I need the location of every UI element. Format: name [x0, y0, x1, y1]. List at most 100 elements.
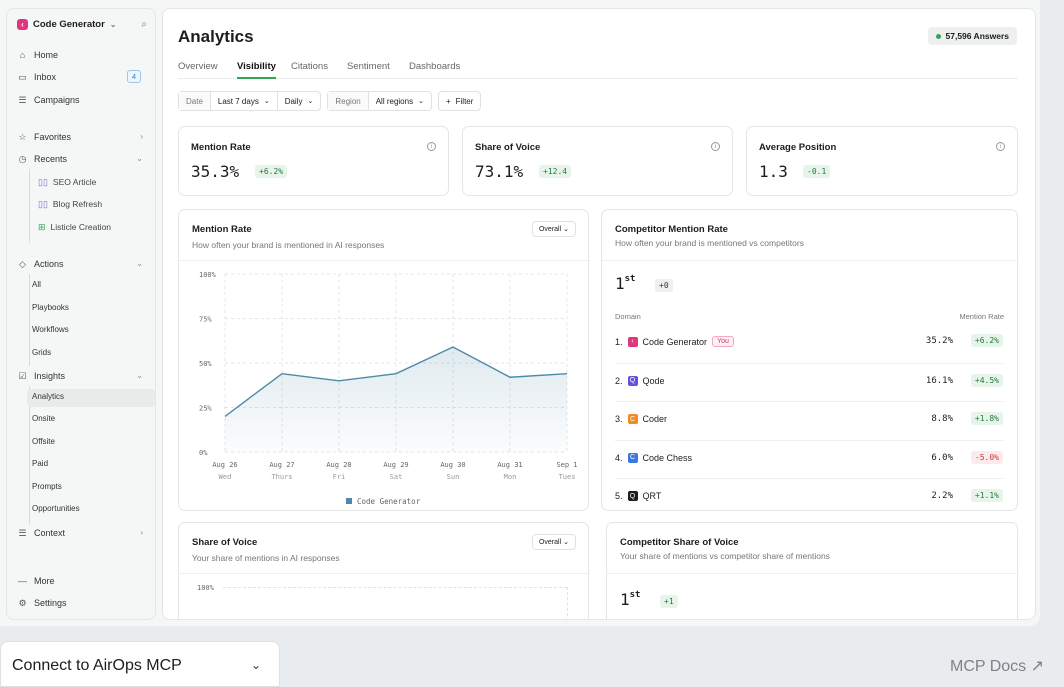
competitor-name: 2. Q Qode	[615, 375, 665, 386]
connect-mcp-label: Connect to AirOps MCP	[12, 657, 182, 674]
sidebar-item-actions[interactable]: ◇ Actions	[17, 257, 63, 271]
search-icon[interactable]: ⌕	[141, 19, 147, 30]
card-subtitle: How often your brand is mentioned in AI …	[192, 240, 385, 250]
granularity-select[interactable]: Daily ⌄	[278, 92, 321, 110]
workspace-switcher[interactable]: ‹ Code Generator ⌄	[17, 19, 117, 30]
kpi-card-share-of-voice: Share of Voice i 73.1% +12.4	[462, 126, 733, 196]
legend-swatch	[346, 498, 352, 504]
campaigns-icon: ☰	[18, 94, 27, 105]
insight-item-offsite[interactable]: Offsite	[32, 437, 55, 451]
competitor-mention-rate-card: Competitor Mention Rate How often your b…	[601, 209, 1019, 511]
competitor-rank-number: 3.	[615, 414, 623, 424]
competitor-delta: -5.0%	[970, 450, 1003, 464]
x-tick-label: Aug 27	[269, 461, 294, 469]
share-of-voice-chart-card: Share of Voice Your share of mentions in…	[178, 522, 590, 619]
inbox-count-badge: 4	[126, 70, 141, 83]
sidebar-item-home[interactable]: ⌂ Home	[17, 48, 58, 62]
tab-citations[interactable]: Citations	[291, 61, 328, 79]
info-icon[interactable]: i	[711, 142, 720, 151]
tab-sentiment[interactable]: Sentiment	[347, 61, 390, 79]
insight-item-opportunities[interactable]: Opportunities	[32, 504, 80, 518]
tab-dashboards[interactable]: Dashboards	[409, 61, 460, 79]
insight-item-paid[interactable]: Paid	[32, 459, 48, 473]
action-item-all[interactable]: All	[32, 280, 41, 294]
gear-icon: ⚙	[18, 597, 27, 608]
x-tick-label: Aug 29	[383, 461, 408, 469]
overall-dropdown[interactable]: Overall ⌄	[531, 221, 576, 237]
x-tick-label: Aug 28	[326, 461, 351, 469]
x-tick-sublabel: Wed	[219, 473, 232, 481]
date-filter: Date Last 7 days ⌄ Daily ⌄	[178, 91, 322, 111]
sidebar-item-recents[interactable]: ◷ Recents	[17, 152, 67, 166]
date-filter-label: Date	[179, 92, 211, 110]
kpi-value: 35.3%	[191, 162, 240, 181]
book-icon: ▯▯	[38, 198, 48, 209]
mcp-docs-link[interactable]: MCP Docs ↗	[950, 656, 1044, 676]
action-item-grids[interactable]: Grids	[32, 348, 51, 362]
actions-icon: ◇	[19, 258, 26, 269]
competitor-row[interactable]: 1. ‹ Code Generator You 35.2% +6.2%	[615, 324, 1003, 362]
sidebar-item-more[interactable]: — More	[17, 574, 55, 588]
x-tick-sublabel: Sun	[447, 473, 460, 481]
insight-item-analytics[interactable]: Analytics	[32, 392, 64, 406]
competitor-row[interactable]: 3. C Coder 8.8% +1.8%	[615, 401, 1003, 439]
info-icon[interactable]: i	[427, 142, 436, 151]
competitor-mention-rate: 6.0%	[931, 452, 953, 463]
competitor-mention-rate: 8.8%	[931, 414, 953, 424]
more-icon: —	[18, 576, 27, 586]
card-title: Mention Rate	[192, 224, 252, 235]
sidebar: ‹ Code Generator ⌄ ⌕ ⌂ Home ▭ Inbox 4 ☰ …	[6, 8, 156, 620]
insight-item-prompts[interactable]: Prompts	[32, 482, 62, 496]
competitor-row[interactable]: 4. C Code Chess 6.0% -5.0%	[615, 439, 1003, 478]
recent-item[interactable]: ⊞ Listicle Creation	[38, 220, 111, 234]
app-window: ‹ Code Generator ⌄ ⌕ ⌂ Home ▭ Inbox 4 ☰ …	[0, 0, 1040, 626]
x-tick-label: Aug 30	[440, 461, 465, 469]
competitor-row[interactable]: 5. Q QRT 2.2% +1.1%	[615, 478, 1003, 516]
sidebar-item-favorites[interactable]: ☆ Favorites	[17, 130, 71, 144]
home-icon: ⌂	[19, 50, 26, 60]
chevron-down-icon: ⌄	[307, 98, 314, 105]
chevron-down-icon: ⌄	[109, 20, 117, 29]
competitor-mention-rate: 2.2%	[931, 491, 953, 501]
connect-mcp-dropdown[interactable]: Connect to AirOps MCP ⌄	[0, 641, 280, 687]
region-filter: Region All regions ⌄	[327, 91, 432, 111]
chevron-down-icon: ⌄	[136, 259, 143, 268]
answers-badge: 57,596 Answers	[927, 27, 1017, 45]
sidebar-item-campaigns[interactable]: ☰ Campaigns	[17, 93, 79, 107]
chevron-right-icon: ›	[140, 528, 143, 537]
y-tick-label: 50%	[199, 360, 212, 368]
book-icon: ▯▯	[38, 176, 48, 187]
card-title: Competitor Mention Rate	[615, 224, 728, 235]
insight-item-onsite[interactable]: Onsite	[32, 414, 55, 428]
overall-dropdown[interactable]: Overall ⌄	[531, 534, 576, 550]
column-header-domain: Domain	[615, 312, 641, 321]
sidebar-item-context[interactable]: ☰ Context	[17, 526, 65, 540]
rank-delta: +1	[660, 595, 678, 608]
info-icon[interactable]: i	[996, 142, 1005, 151]
divider	[179, 573, 590, 574]
chevron-right-icon: ›	[140, 132, 143, 141]
date-range-select[interactable]: Last 7 days ⌄	[211, 92, 278, 110]
competitor-label: Code Generator	[642, 336, 708, 347]
add-filter-button[interactable]: + Filter	[437, 91, 482, 111]
competitor-rank-number: 1.	[615, 336, 623, 347]
sidebar-item-insights[interactable]: ☑ Insights	[17, 369, 65, 383]
competitor-name: 1. ‹ Code Generator You	[615, 336, 734, 347]
competitor-row[interactable]: 2. Q Qode 16.1% +4.5%	[615, 362, 1003, 401]
tree-line	[29, 169, 30, 243]
card-subtitle: Your share of mentions in AI responses	[192, 553, 340, 563]
competitor-share-of-voice-card: Competitor Share of Voice Your share of …	[606, 522, 1019, 619]
region-select[interactable]: All regions ⌄	[369, 92, 431, 110]
recent-item[interactable]: ▯▯ SEO Article	[38, 175, 96, 189]
sidebar-item-settings[interactable]: ⚙ Settings	[17, 596, 66, 610]
tab-visibility[interactable]: Visibility	[237, 61, 276, 79]
rank-delta: +0	[655, 279, 673, 292]
chevron-down-icon: ⌄	[418, 98, 424, 105]
x-tick-sublabel: Sat	[390, 473, 403, 481]
tab-overview[interactable]: Overview	[178, 61, 218, 79]
recent-item[interactable]: ▯▯ Blog Refresh	[38, 197, 102, 211]
action-item-playbooks[interactable]: Playbooks	[32, 303, 69, 317]
clock-icon: ◷	[18, 153, 27, 164]
plus-icon: +	[445, 96, 451, 106]
action-item-workflows[interactable]: Workflows	[32, 325, 69, 339]
